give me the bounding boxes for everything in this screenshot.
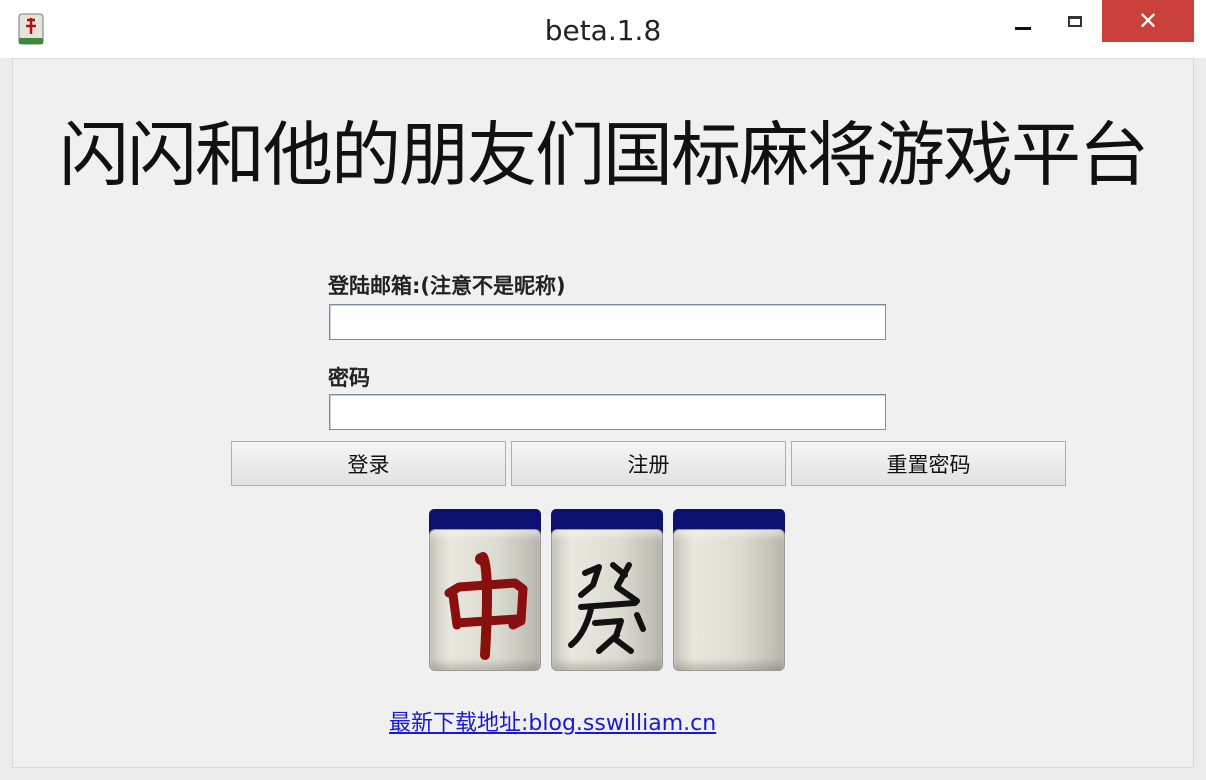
maximize-button[interactable] [1052,0,1098,42]
white-dragon-tile [673,509,785,671]
login-button[interactable]: 登录 [231,441,506,486]
download-link[interactable]: 最新下载地址:blog.sswilliam.cn [389,705,716,737]
red-dragon-icon [444,552,528,660]
password-label: 密码 [328,366,370,390]
green-dragon-tile [551,509,663,671]
minimize-button[interactable] [1000,0,1046,42]
email-label: 登陆邮箱:(注意不是昵称) [328,274,566,298]
green-dragon-icon [568,562,646,654]
password-field[interactable] [329,394,886,430]
close-button[interactable]: ✕ [1102,0,1194,42]
title-bar[interactable]: beta.1.8 ✕ [0,0,1206,58]
minimize-icon [1015,26,1031,30]
app-window: beta.1.8 ✕ 闪闪和他的朋友们国标麻将游戏平台 登陆邮箱:(注意不是昵称… [0,0,1206,780]
register-button[interactable]: 注册 [511,441,786,486]
page-title: 闪闪和他的朋友们国标麻将游戏平台 [59,114,1149,196]
email-field[interactable] [329,304,886,340]
red-dragon-tile [429,509,541,671]
maximize-icon [1068,15,1082,27]
close-icon: ✕ [1137,7,1159,35]
reset-password-button[interactable]: 重置密码 [791,441,1066,486]
